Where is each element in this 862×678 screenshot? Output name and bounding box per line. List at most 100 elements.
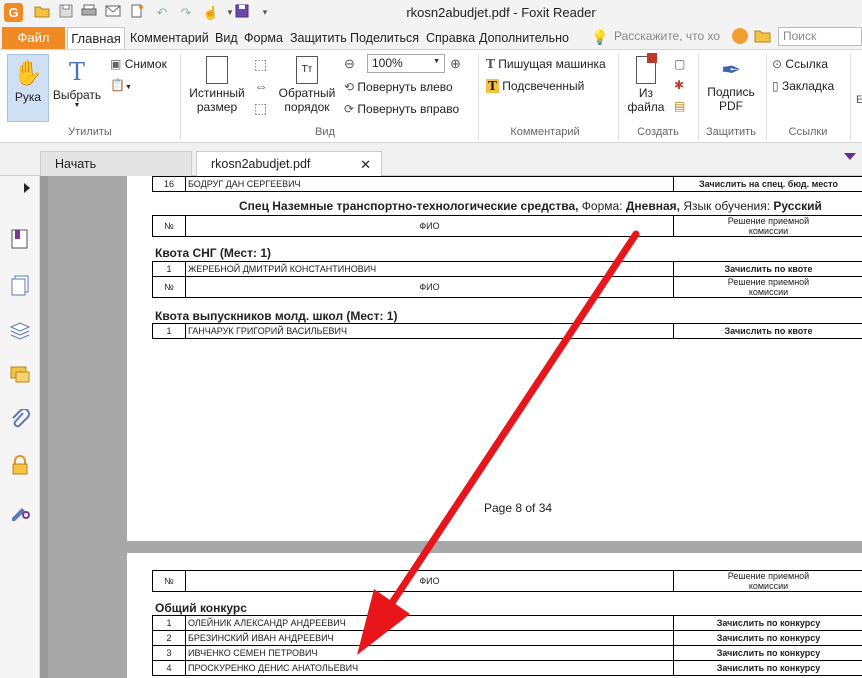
- rotate-right-icon: ⟳: [344, 102, 355, 116]
- snapshot-button[interactable]: ▣ Снимок: [110, 57, 167, 71]
- section-title: Квота выпускников молд. школ (Мест: 1): [155, 309, 398, 323]
- group-comment-label: Комментарий: [510, 126, 580, 138]
- blank-page-icon[interactable]: ▢: [674, 57, 685, 71]
- pen-icon: ✒: [720, 57, 742, 84]
- group-utilities-label: Утилиты: [68, 126, 112, 138]
- group-protect-label: Защитить: [706, 126, 756, 138]
- table-row: 16 БОДРУГ ДАН СЕРГЕЕВИЧ Зачислить на спе…: [152, 176, 862, 192]
- tab-document[interactable]: rkosn2abudjet.pdf ✕: [196, 151, 382, 176]
- rotate-left-button[interactable]: ⟲ Повернуть влево: [344, 80, 453, 94]
- quota-cis-table: 1 ЖЕРЕБНОЙ ДМИТРИЙ КОНСТАНТИНОВИЧ Зачисл…: [152, 261, 862, 298]
- tab-comment[interactable]: Комментарий: [130, 28, 209, 48]
- group-separator: [618, 54, 619, 140]
- typewriter-button[interactable]: T Пишущая машинка: [486, 57, 606, 71]
- fit-visible-icon[interactable]: ⬚: [254, 100, 267, 117]
- section-title: Квота СНГ (Мест: 1): [155, 246, 271, 260]
- close-icon[interactable]: ✕: [360, 152, 371, 177]
- highlight-button[interactable]: T Подсвеченный: [486, 79, 584, 93]
- header-table: № ФИО Решение приемной комиссии: [152, 570, 862, 592]
- general-competition-table: 1 ОЛЕЙНИК АЛЕКСАНДР АНДРЕЕВИЧ Зачислить …: [152, 615, 862, 676]
- group-links-label: Ссылки: [788, 126, 828, 138]
- tab-protect[interactable]: Защитить: [290, 28, 347, 48]
- page-icon: [206, 56, 228, 84]
- tab-share[interactable]: Поделиться: [350, 28, 419, 48]
- feedback-icon[interactable]: [732, 28, 748, 44]
- pdf-page-9: № ФИО Решение приемной комиссии Общий кон…: [127, 553, 862, 678]
- panel-splitter[interactable]: [40, 176, 48, 678]
- chevron-down-icon: ▼: [433, 58, 440, 65]
- page-number-label: Page 8 of 34: [484, 501, 553, 515]
- document-canvas[interactable]: 16 БОДРУГ ДАН СЕРГЕЕВИЧ Зачислить на спе…: [40, 176, 862, 678]
- table-row: 4 ПРОСКУРЕНКО ДЕНИС АНАТОЛЬЕВИЧ Зачислит…: [152, 660, 862, 676]
- comments-panel-icon[interactable]: [9, 364, 31, 386]
- table-row: 1 ОЛЕЙНИК АЛЕКСАНДР АНДРЕЕВИЧ Зачислить …: [152, 615, 862, 631]
- tab-list-icon[interactable]: [844, 153, 856, 160]
- from-file-button[interactable]: Из файла: [624, 53, 668, 122]
- section-title: Общий конкурс: [155, 601, 247, 615]
- group-separator: [850, 54, 851, 140]
- zoom-out-icon[interactable]: ⊖: [344, 56, 355, 72]
- tab-advanced[interactable]: Дополнительно: [479, 28, 569, 48]
- specialty-heading: Спец Наземные транспортно-технологически…: [239, 199, 822, 213]
- tab-home[interactable]: Главная: [67, 27, 125, 50]
- window-title: rkosn2abudjet.pdf - Foxit Reader: [406, 5, 596, 20]
- chevron-down-icon: ▼: [73, 102, 81, 109]
- signature-panel-icon[interactable]: [9, 499, 31, 521]
- title-bar: G ↶ ↷ ☝ ▼ ▾ rkosn2abudjet.pdf - Foxit Re…: [0, 0, 862, 25]
- clipboard-button[interactable]: 📋▼: [110, 78, 132, 92]
- zoom-select[interactable]: 100% ▼: [367, 54, 445, 73]
- table-row: 1 ГАНЧАРУК ГРИГОРИЙ ВАСИЛЬЕВИЧ Зачислить…: [152, 323, 862, 339]
- group-separator: [478, 54, 479, 140]
- clipboard-icon: 📋: [110, 78, 125, 92]
- lock-panel-icon[interactable]: [9, 454, 31, 476]
- reverse-order-button[interactable]: Tт Обратный порядок: [276, 54, 338, 122]
- tell-me-input[interactable]: Расскажите, что хо: [614, 29, 720, 43]
- hand-button[interactable]: ✋ Рука: [7, 54, 49, 122]
- tab-view[interactable]: Вид: [215, 28, 238, 48]
- tab-file[interactable]: Файл: [2, 27, 65, 49]
- zoom-in-icon[interactable]: ⊕: [450, 56, 461, 72]
- group-separator: [766, 54, 767, 140]
- table-row: 2 БРЕЗИНСКИЙ ИВАН АНДРЕЕВИЧ Зачислить по…: [152, 630, 862, 646]
- camera-icon: ▣: [110, 57, 122, 71]
- link-icon: ⊙: [772, 57, 783, 71]
- group-separator: [698, 54, 699, 140]
- tab-help[interactable]: Справка: [426, 28, 475, 48]
- document-tab-bar: Начать rkosn2abudjet.pdf ✕: [0, 143, 862, 176]
- tab-form[interactable]: Форма: [244, 28, 283, 48]
- reverse-text-icon: Tт: [296, 56, 318, 84]
- header-table: № ФИО Решение приемной комиссии: [152, 215, 862, 237]
- select-button[interactable]: T Выбрать ▼: [52, 54, 102, 122]
- pages-panel-icon[interactable]: [9, 274, 31, 296]
- scanner-icon[interactable]: ✱: [674, 78, 684, 92]
- clipboard-page-icon[interactable]: ▤: [674, 99, 685, 113]
- fit-page-icon[interactable]: ⬚: [254, 56, 267, 73]
- actual-size-button[interactable]: Истинный размер: [186, 54, 248, 122]
- lightbulb-icon: 💡: [591, 29, 609, 45]
- bookmark-button[interactable]: ▯ Закладка: [772, 79, 834, 93]
- table-row: 1 ЖЕРЕБНОЙ ДМИТРИЙ КОНСТАНТИНОВИЧ Зачисл…: [152, 261, 862, 277]
- attachments-panel-icon[interactable]: [9, 408, 31, 431]
- rotate-left-icon: ⟲: [344, 80, 355, 94]
- expand-panel-icon[interactable]: [24, 183, 30, 193]
- layers-panel-icon[interactable]: [9, 319, 31, 341]
- tab-start[interactable]: Начать: [40, 151, 192, 176]
- typewriter-icon: T: [486, 57, 495, 71]
- group-create-label: Создать: [637, 126, 679, 138]
- table-row: 3 ИВЧЕНКО СЕМЕН ПЕТРОВИЧ Зачислить по ко…: [152, 645, 862, 661]
- bookmarks-panel-icon[interactable]: [9, 228, 31, 250]
- folder-search-icon[interactable]: [754, 28, 772, 47]
- table-header: № ФИО Решение приемной комиссии: [152, 276, 862, 298]
- sign-pdf-button[interactable]: ✒ Подпись PDF: [702, 54, 760, 122]
- top-table: 16 БОДРУГ ДАН СЕРГЕЕВИЧ Зачислить на спе…: [152, 176, 862, 192]
- table-header: № ФИО Решение приемной комиссии: [152, 215, 862, 237]
- link-button[interactable]: ⊙ Ссылка: [772, 57, 828, 71]
- fit-width-icon[interactable]: ⇔: [254, 78, 268, 94]
- quota-school-table: 1 ГАНЧАРУК ГРИГОРИЙ ВАСИЛЬЕВИЧ Зачислить…: [152, 323, 862, 339]
- table-header: № ФИО Решение приемной комиссии: [152, 570, 862, 592]
- ribbon-overflow[interactable]: E: [856, 94, 862, 106]
- ribbon: ✋ Рука T Выбрать ▼ ▣ Снимок 📋▼ Утилиты И…: [0, 49, 862, 143]
- rotate-right-button[interactable]: ⟳ Повернуть вправо: [344, 102, 459, 116]
- group-separator: [180, 54, 181, 140]
- search-input[interactable]: Поиск: [778, 27, 862, 46]
